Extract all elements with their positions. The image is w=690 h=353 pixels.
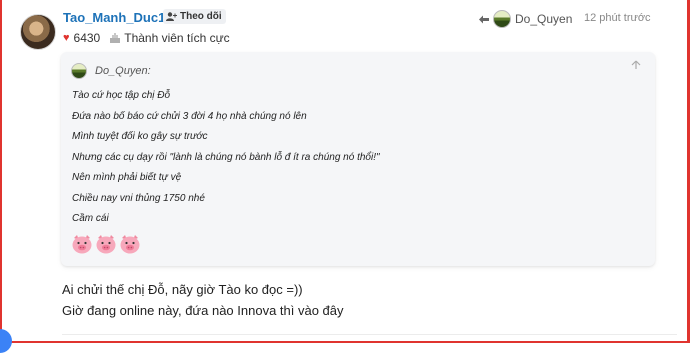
follow-label: Theo dõi: [180, 11, 222, 22]
pig-face-emoji: [96, 235, 116, 254]
forum-post: Tao_Manh_Duc102 Theo dõi ♥ 6430 Thành vi…: [0, 0, 690, 343]
reply-to-username: Do_Quyen: [515, 12, 573, 26]
user-plus-icon: [166, 12, 177, 21]
post-timestamp[interactable]: 12 phút trước: [584, 12, 651, 24]
post-body-line: Giờ đang online này, đứa nào Innova thì …: [62, 303, 344, 318]
heart-icon: ♥: [63, 32, 70, 44]
pig-face-emoji: [72, 235, 92, 254]
frame-border-left: [0, 0, 2, 343]
arrow-up-icon[interactable]: [631, 60, 641, 73]
author-meta: ♥ 6430 Thành viên tích cực: [63, 31, 230, 45]
quote-line: Đứa nào bố báo cứ chửi 3 đời 4 họ nhà ch…: [72, 110, 307, 122]
quote-line: Cầm cái: [72, 213, 109, 224]
reply-to-link[interactable]: Do_Quyen: [479, 10, 572, 28]
quote-header: Do_Quyen:: [71, 63, 151, 79]
reply-to-avatar: [493, 10, 511, 28]
quote-content: Tào cứ học tập chị Đỗ Đứa nào bố báo cứ …: [72, 89, 380, 233]
post-divider: [62, 334, 677, 335]
member-rank: Thành viên tích cực: [124, 31, 230, 45]
quote-line: Nhưng các cụ dạy rồi "lành là chúng nó b…: [72, 151, 380, 163]
reply-arrow-icon: [479, 15, 489, 23]
post-body-line: Ai chửi thế chị Đỗ, nãy giờ Tào ko đọc =…: [62, 282, 303, 297]
quote-author: Do_Quyen:: [95, 65, 151, 77]
rank-icon: [110, 33, 121, 43]
quote-author-avatar: [71, 63, 87, 79]
pig-face-emoji: [120, 235, 140, 254]
quote-block[interactable]: Do_Quyen: Tào cứ học tập chị Đỗ Đứa nào …: [61, 52, 655, 266]
quote-line: Chiều nay vni thủng 1750 nhé: [72, 192, 205, 204]
quote-line: Mình tuyệt đối ko gây sự trước: [72, 131, 208, 142]
follow-button[interactable]: Theo dõi: [163, 9, 226, 24]
quote-line: Nên mình phải biết tự vệ: [72, 172, 182, 183]
quote-line: Tào cứ học tập chị Đỗ: [72, 90, 171, 101]
post-body: Ai chửi thế chị Đỗ, nãy giờ Tào ko đọc =…: [62, 281, 344, 323]
reputation-count: 6430: [73, 31, 101, 45]
author-avatar[interactable]: [20, 14, 56, 50]
emoji-row: [71, 234, 141, 254]
